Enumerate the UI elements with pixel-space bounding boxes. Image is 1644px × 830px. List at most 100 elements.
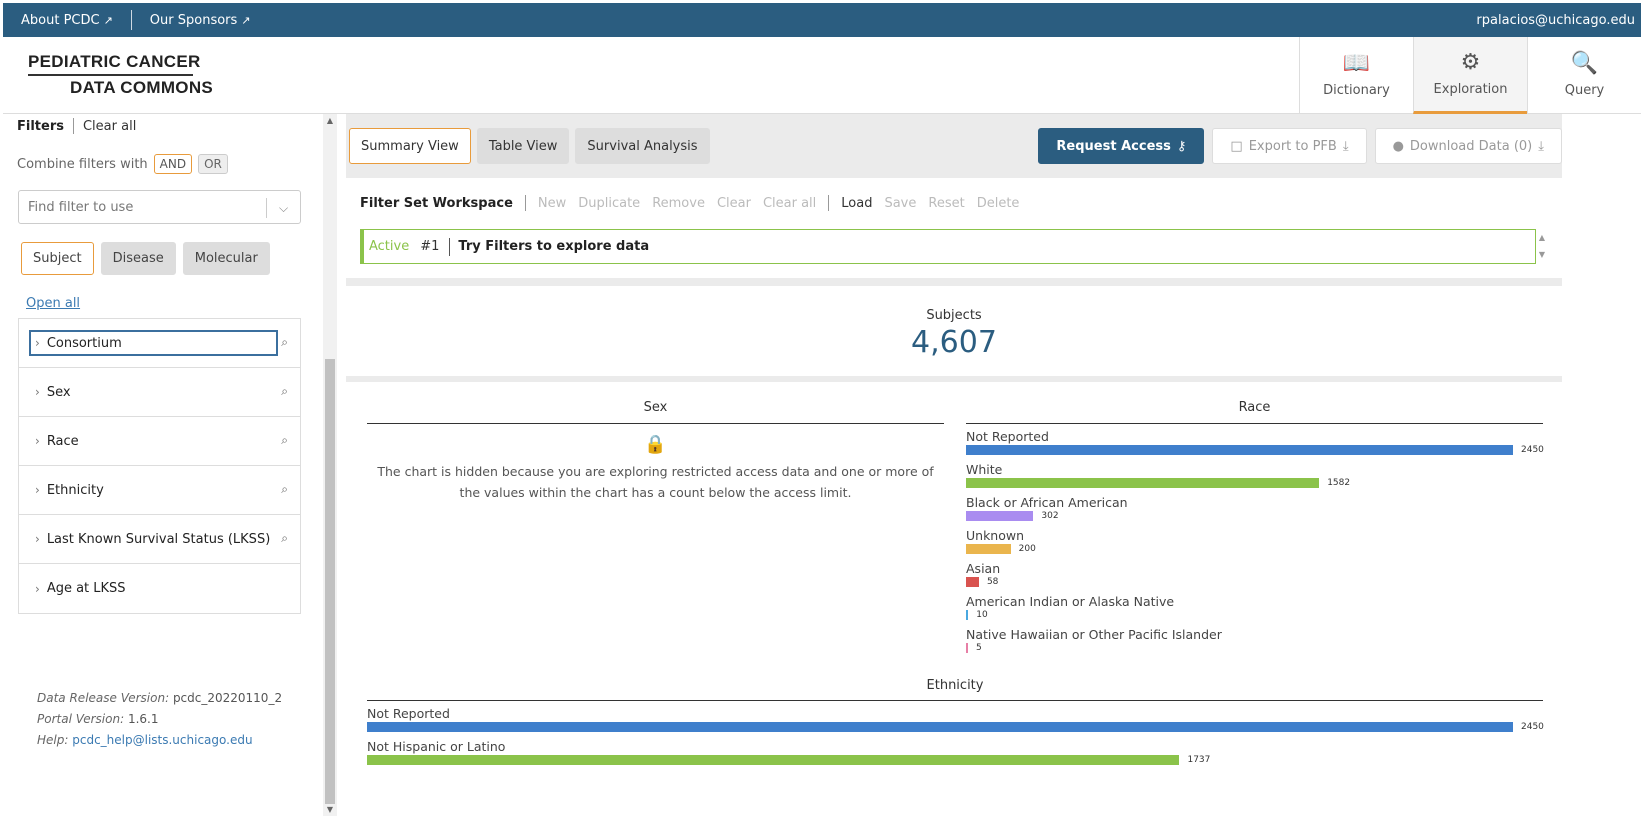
subjects-count: 4,607 — [911, 325, 997, 360]
bar-value-label: 200 — [1018, 544, 1036, 554]
tab-molecular[interactable]: Molecular — [182, 242, 270, 275]
or-toggle[interactable]: OR — [198, 154, 228, 174]
header: PEDIATRIC CANCER DATA COMMONS 📖 Dictiona… — [3, 37, 1641, 114]
bar-row: White 1582 — [966, 462, 1543, 495]
race-bar-chart: Not Reported 2450 White 1582 Black or Africa… — [966, 429, 1544, 660]
divider — [72, 118, 74, 134]
find-filter-select[interactable]: Find filter to use ⌵ — [18, 190, 301, 224]
filter-consortium[interactable]: › Consortium ⌕ — [19, 319, 300, 368]
workspace-clear-button[interactable]: Clear — [717, 196, 751, 211]
main-panel: Summary View Table View Survival Analysi… — [346, 114, 1562, 816]
filter-age-at-lkss[interactable]: › Age at LKSS — [19, 564, 300, 613]
active-filter-set[interactable]: Active #1 Try Filters to explore data — [360, 229, 1536, 264]
bar-label: Unknown — [966, 528, 1025, 543]
subjects-summary: Subjects 4,607 — [346, 286, 1562, 376]
nav-exploration-label: Exploration — [1433, 81, 1508, 97]
chevron-down-icon[interactable]: ⌵ — [266, 198, 300, 218]
bar-row: Native Hawaiian or Other Pacific Islande… — [966, 627, 1543, 660]
bar-label: American Indian or Alaska Native — [966, 594, 1175, 609]
tab-disease[interactable]: Disease — [100, 242, 176, 275]
bar[interactable] — [367, 755, 1180, 765]
workspace-title: Filter Set Workspace — [360, 195, 513, 211]
our-sponsors-link[interactable]: Our Sponsors ↗ — [132, 13, 269, 28]
filter-sex[interactable]: › Sex ⌕ — [19, 368, 300, 417]
pcdc-logo[interactable]: PEDIATRIC CANCER DATA COMMONS — [28, 52, 213, 98]
tab-table-view[interactable]: Table View — [476, 128, 570, 164]
scroll-down-icon[interactable]: ▼ — [323, 805, 337, 814]
workspace-remove-button[interactable]: Remove — [652, 196, 705, 211]
workspace-toolbar: Filter Set Workspace New Duplicate Remov… — [360, 195, 1031, 211]
workspace-scroll[interactable]: ▲ ▼ — [1536, 229, 1548, 264]
download-data-label: Download Data (0) — [1409, 138, 1533, 154]
request-access-button[interactable]: Request Access ⚷ — [1038, 128, 1205, 164]
filter-set-text: Try Filters to explore data — [458, 239, 650, 254]
external-link-icon: ↗ — [241, 13, 251, 27]
search-icon[interactable]: ⌕ — [281, 531, 288, 546]
search-icon[interactable]: ⌕ — [281, 384, 288, 399]
help-email-link[interactable]: pcdc_help@lists.uchicago.edu — [72, 733, 252, 747]
search-icon[interactable]: ⌕ — [281, 482, 288, 497]
portal-value: 1.6.1 — [127, 712, 159, 726]
find-filter-placeholder: Find filter to use — [28, 200, 134, 215]
divider — [828, 195, 830, 211]
tab-survival-analysis[interactable]: Survival Analysis — [575, 128, 710, 164]
tab-summary-view[interactable]: Summary View — [349, 128, 471, 164]
bar-value-label: 10 — [976, 610, 988, 620]
bar-label: Not Reported — [966, 429, 1049, 444]
main-nav: 📖 Dictionary ⚙ Exploration 🔍 Query — [1299, 37, 1641, 114]
divider — [449, 237, 451, 256]
user-email[interactable]: rpalacios@uchicago.edu — [1476, 13, 1641, 28]
download-data-button[interactable]: ● Download Data (0) ⤓ — [1374, 128, 1562, 164]
filter-race[interactable]: › Race ⌕ — [19, 417, 300, 466]
filter-lkss[interactable]: › Last Known Survival Status (LKSS) ⌕ — [19, 515, 300, 564]
bar[interactable] — [966, 445, 1513, 455]
bar-row: Unknown 200 — [966, 528, 1543, 561]
logo-line1: PEDIATRIC CANCER — [28, 52, 201, 71]
workspace-delete-button[interactable]: Delete — [977, 196, 1020, 211]
workspace-save-button[interactable]: Save — [884, 196, 916, 211]
workspace-load-button[interactable]: Load — [841, 196, 872, 211]
sidebar-scrollbar[interactable]: ▲ ▼ — [323, 114, 337, 816]
lock-icon: 🔒 — [644, 434, 667, 455]
bar-value-label: 2450 — [1521, 722, 1544, 732]
combine-filters: Combine filters with AND OR — [17, 154, 228, 174]
export-pfb-label: Export to PFB — [1248, 138, 1337, 154]
chevron-right-icon: › — [35, 581, 40, 596]
bar-label: Black or African American — [966, 495, 1128, 510]
nav-exploration[interactable]: ⚙ Exploration — [1413, 37, 1527, 114]
export-pfb-button[interactable]: □ Export to PFB ⤓ — [1212, 128, 1367, 164]
bar-row: Black or African American 302 — [966, 495, 1543, 528]
workspace-clear-all-button[interactable]: Clear all — [763, 196, 816, 211]
filter-ethnicity[interactable]: › Ethnicity ⌕ — [19, 466, 300, 515]
bar-value-label: 302 — [1041, 511, 1059, 521]
chevron-right-icon: › — [35, 532, 40, 546]
about-pcdc-link[interactable]: About PCDC ↗ — [3, 13, 131, 28]
bar[interactable] — [966, 577, 979, 587]
search-icon[interactable]: ⌕ — [281, 335, 288, 350]
bar-label: Native Hawaiian or Other Pacific Islande… — [966, 627, 1222, 642]
tab-subject[interactable]: Subject — [21, 242, 94, 275]
scroll-up-icon[interactable]: ▲ — [323, 116, 337, 125]
bar-row: Asian 58 — [966, 561, 1543, 594]
workspace-reset-button[interactable]: Reset — [928, 196, 964, 211]
chevron-right-icon: › — [35, 434, 40, 448]
scroll-thumb[interactable] — [325, 359, 335, 804]
filter-label: Race — [46, 433, 79, 449]
filter-label: Age at LKSS — [46, 581, 126, 596]
search-icon[interactable]: ⌕ — [281, 433, 288, 448]
nav-query[interactable]: 🔍 Query — [1527, 37, 1641, 114]
bar[interactable] — [966, 511, 1034, 521]
our-sponsors-label: Our Sponsors — [149, 12, 238, 28]
workspace-new-button[interactable]: New — [538, 196, 566, 211]
bar[interactable] — [966, 643, 968, 653]
bar[interactable] — [966, 478, 1320, 488]
bar[interactable] — [367, 722, 1513, 732]
open-all-link[interactable]: Open all — [26, 296, 80, 311]
clear-all-button[interactable]: Clear all — [83, 119, 136, 134]
and-toggle[interactable]: AND — [153, 154, 193, 174]
bar[interactable] — [966, 544, 1011, 554]
nav-dictionary[interactable]: 📖 Dictionary — [1299, 37, 1413, 114]
workspace-duplicate-button[interactable]: Duplicate — [578, 196, 640, 211]
release-label: Data Release Version: — [37, 691, 170, 705]
bar[interactable] — [966, 610, 969, 620]
